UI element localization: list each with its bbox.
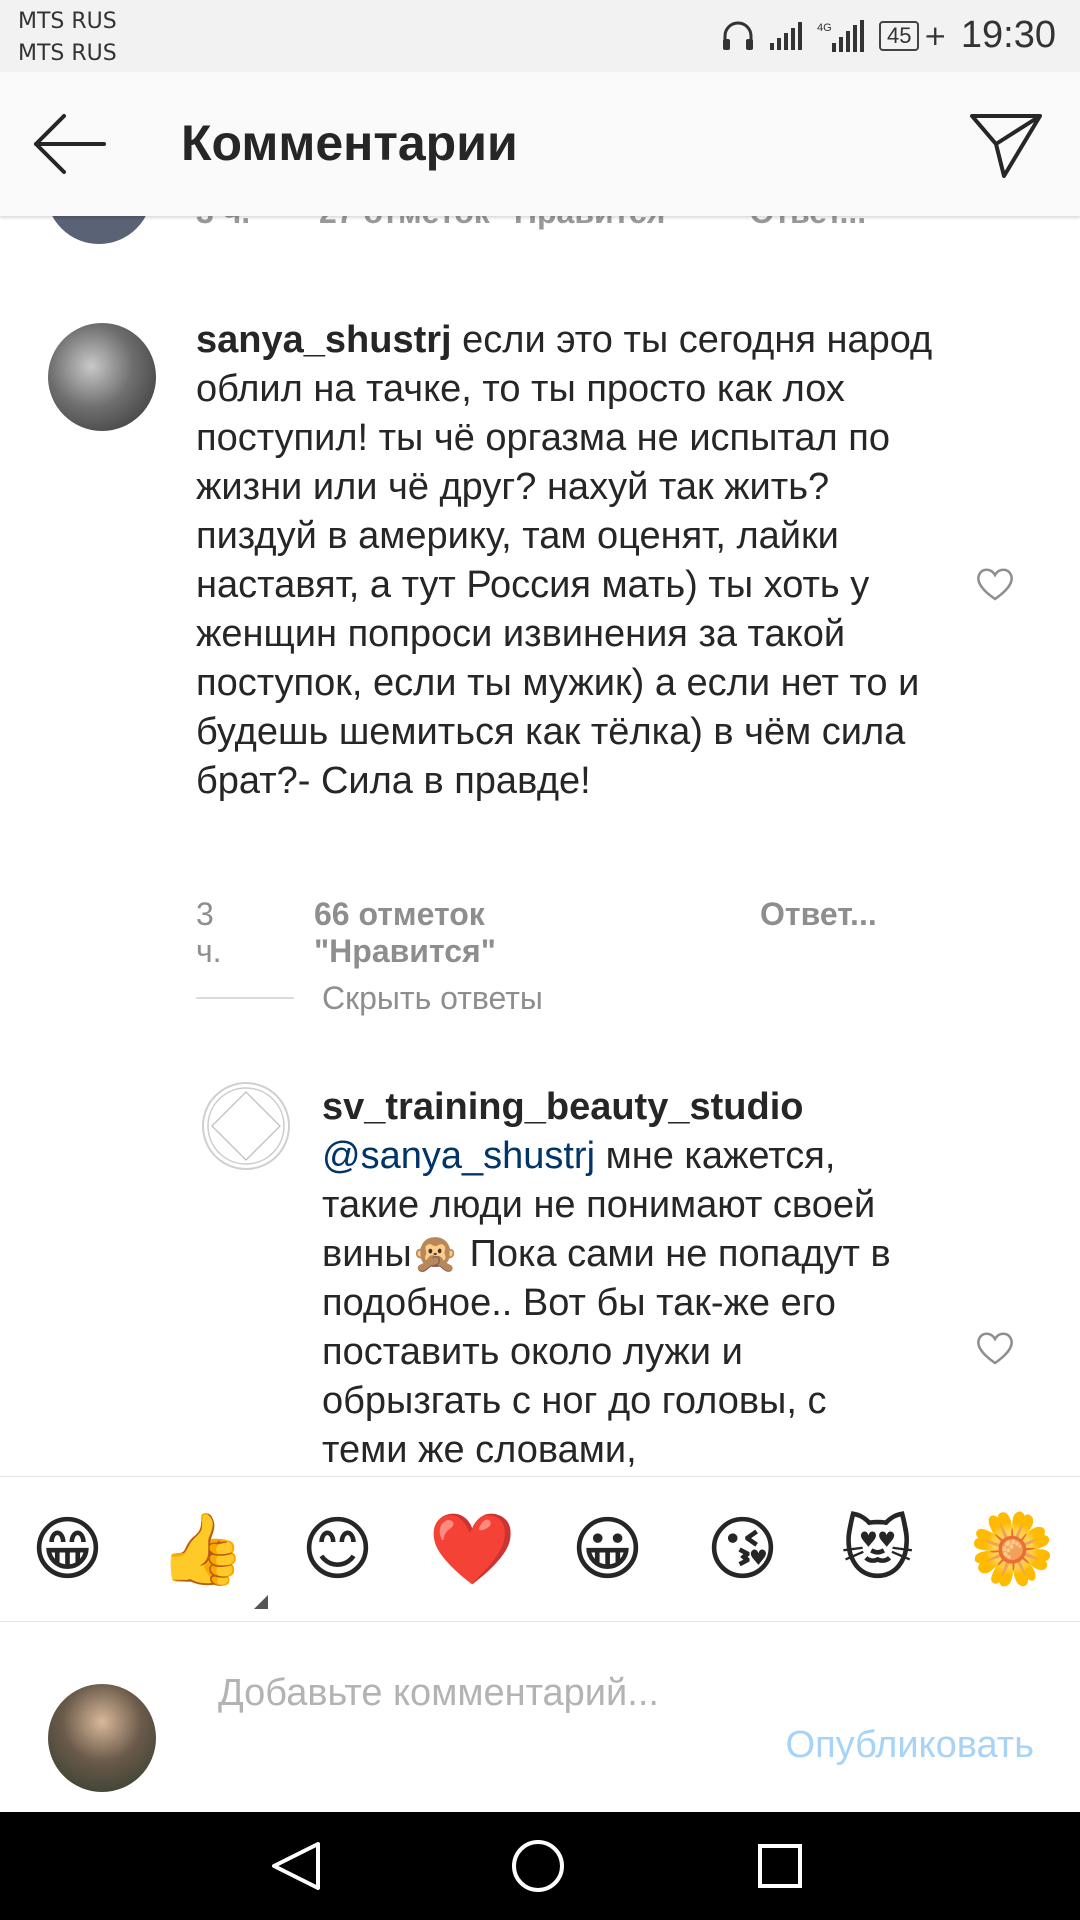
clock: 19:30 [960, 14, 1056, 56]
hide-replies-button[interactable]: Скрыть ответы [322, 980, 543, 1017]
reply-button[interactable]: Ответ... [760, 896, 877, 933]
signal-4g-icon: 4G [817, 19, 864, 52]
publish-button[interactable]: Опубликовать [786, 1724, 1034, 1767]
avatar[interactable] [46, 216, 152, 244]
comment-meta: 3 ч. 27 отметок "Нравится" Ответ... [196, 216, 926, 231]
comment-time: 3 ч. [196, 216, 250, 230]
battery-icon: 45 [878, 20, 920, 51]
comment-composer: Опубликовать [0, 1622, 1080, 1812]
emoji-grinning-icon[interactable]: 😀 [553, 1508, 663, 1590]
likes-count-link[interactable]: 27 отметок "Нравится" [319, 216, 681, 230]
svg-text:4G: 4G [817, 22, 832, 34]
comment-time: 3 ч. [196, 896, 222, 969]
current-user-avatar [48, 1684, 156, 1792]
comment-meta: 3 ч. [196, 896, 222, 970]
emoji-heart-eyes-cat-icon[interactable]: 😻 [823, 1508, 933, 1590]
emoji-grin-icon[interactable]: 😁 [13, 1508, 123, 1590]
likes-count-text: 66 отметок "Нравится" [314, 896, 496, 969]
comment-username[interactable]: sv_training_beauty_studio [322, 1086, 803, 1128]
charging-icon: + [923, 19, 947, 52]
carrier-label-1: MTS RUS [18, 9, 117, 34]
emoji-heart-icon[interactable]: ❤️ [418, 1508, 528, 1591]
emoji-quick-bar: 😁 👍 😊 ❤️ 😀 😘 😻 🌼 [0, 1476, 1080, 1622]
avatar[interactable] [48, 323, 156, 431]
like-heart-icon[interactable] [975, 1330, 1015, 1366]
nav-recent-apps-icon[interactable] [756, 1842, 804, 1890]
reply-button[interactable]: Ответ... [749, 216, 866, 230]
comment-username[interactable]: sanya_shustrj [196, 319, 452, 361]
comment-input[interactable] [216, 1666, 700, 1780]
comment-body: sanya_shustrj если это ты сегодня народ … [196, 316, 936, 806]
header: Комментарии [0, 72, 1080, 216]
emoji-smile-icon[interactable]: 😊 [283, 1508, 393, 1590]
nav-home-icon[interactable] [510, 1838, 566, 1894]
system-navigation-bar [0, 1812, 1080, 1920]
emoji-thumbs-up-icon[interactable]: 👍 [148, 1507, 268, 1609]
likes-count-link[interactable]: 66 отметок "Нравится" [314, 896, 496, 970]
previous-comment-meta: 3 ч. 27 отметок "Нравится" Ответ... [0, 216, 1080, 244]
comment-text: если это ты сегодня народ облил на тачке… [196, 319, 933, 802]
status-bar: MTS RUS MTS RUS 4G 45 + 19:30 [0, 0, 1080, 72]
signal-icon [769, 21, 802, 50]
like-heart-icon[interactable] [975, 566, 1015, 602]
avatar[interactable] [202, 1082, 290, 1170]
direct-send-icon[interactable] [968, 108, 1044, 180]
mention-link[interactable]: @sanya_shustrj [322, 1135, 595, 1177]
emoji-flower-icon[interactable]: 🌼 [958, 1508, 1068, 1591]
page-title: Комментарии [181, 115, 518, 171]
comment-text: мне кажется, такие люди не понимают свое… [322, 1135, 891, 1471]
emoji-thumbs-up-glyph: 👍 [158, 1507, 247, 1590]
comment-body: sv_training_beauty_studio @sanya_shustrj … [322, 1083, 922, 1475]
emoji-kiss-icon[interactable]: 😘 [688, 1508, 798, 1590]
status-icons: 4G 45 + 19:30 [721, 14, 1056, 57]
headphones-icon [722, 21, 753, 50]
carrier-label-2: MTS RUS [18, 41, 117, 66]
comments-feed[interactable]: 3 ч. 27 отметок "Нравится" Ответ... sany… [0, 216, 1080, 1476]
skin-tone-corner-icon [253, 1594, 268, 1609]
back-arrow-icon[interactable] [30, 108, 110, 180]
studio-logo-icon [207, 1087, 285, 1165]
nav-back-icon[interactable] [268, 1840, 326, 1892]
divider [196, 997, 294, 999]
reply-label: Ответ... [760, 896, 877, 932]
